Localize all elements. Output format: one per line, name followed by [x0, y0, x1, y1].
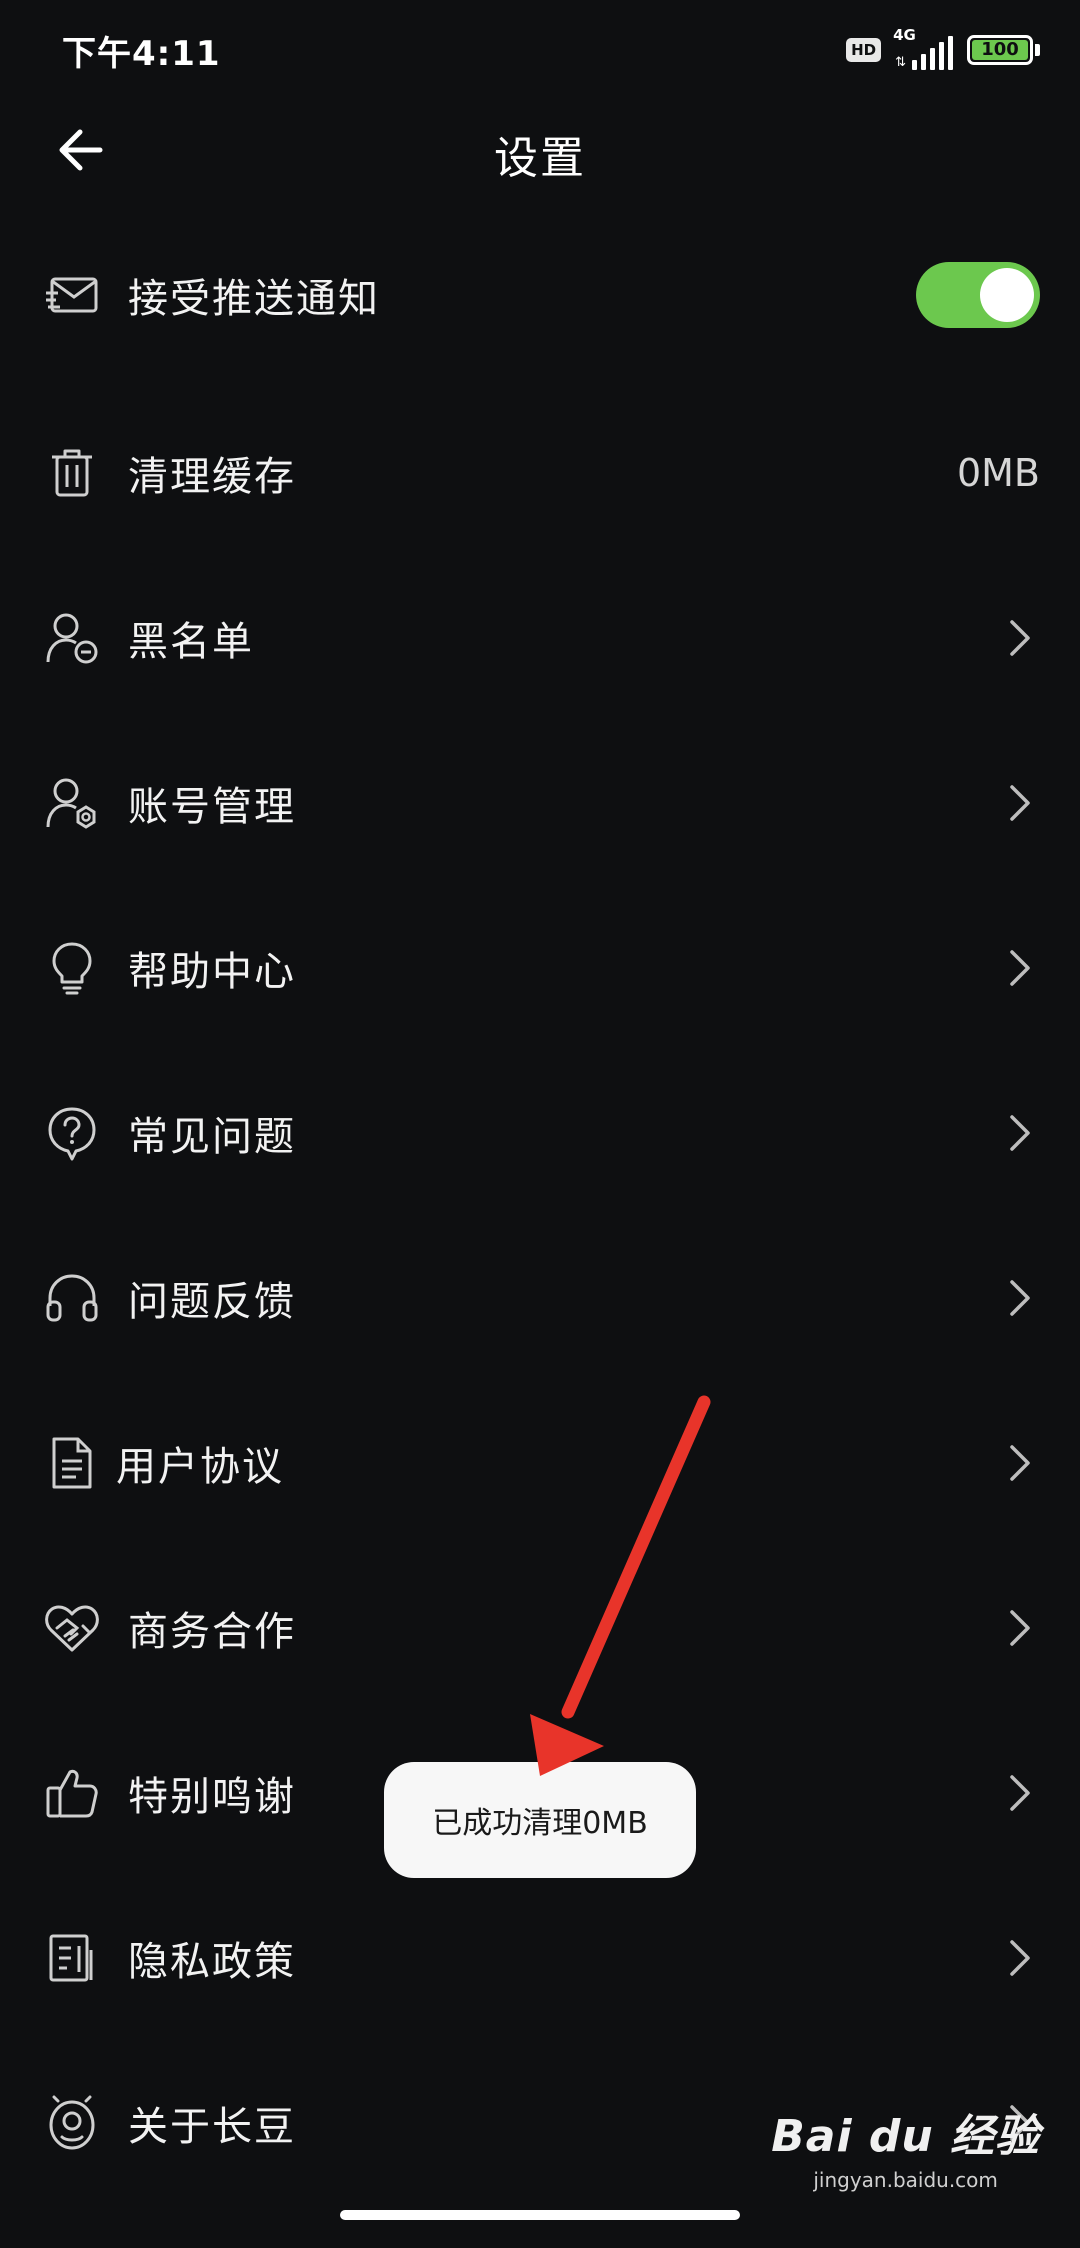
push-notification-label: 接受推送通知: [128, 276, 380, 322]
battery-level: 100: [972, 40, 1028, 60]
watermark-site: jingyan.baidu.com: [813, 2168, 998, 2192]
about-label: 关于长豆: [128, 2103, 296, 2150]
status-icons: HD 4G ⇅ 100: [846, 26, 1040, 70]
chevron-right-icon: [1000, 1933, 1040, 1983]
help-center-label: 帮助中心: [128, 948, 296, 995]
account-management-label: 账号管理: [128, 783, 296, 830]
signal-icon: 4G ⇅: [893, 26, 953, 70]
chevron-right-icon: [1000, 1108, 1040, 1158]
handshake-heart-icon: [42, 1598, 102, 1658]
faq-label: 常见问题: [128, 1113, 296, 1160]
business-cooperation-row[interactable]: 商务合作: [0, 1545, 1080, 1710]
toggle-knob: [980, 268, 1034, 322]
user-block-icon: [42, 608, 102, 668]
battery-icon: 100: [967, 35, 1040, 65]
chevron-right-icon: [1000, 1273, 1040, 1323]
settings-list: 接受推送通知 清理缓存 0MB 黑名单 账号管理 帮助中心 常见问题 问题反馈 …: [0, 200, 1080, 2205]
chevron-right-icon: [1000, 943, 1040, 993]
baidu-jingyan-watermark: Bai du 经验 jingyan.baidu.com: [771, 2100, 1040, 2192]
help-center-row[interactable]: 帮助中心: [0, 885, 1080, 1050]
watermark-logo: Bai du 经验: [771, 2111, 1040, 2162]
user-agreement-row[interactable]: 用户协议: [0, 1380, 1080, 1545]
status-time: 下午4:11: [62, 33, 221, 74]
message-send-icon: [42, 265, 102, 325]
privacy-policy-row[interactable]: 隐私政策: [0, 1875, 1080, 2040]
status-bar: 下午4:11 HD 4G ⇅ 100: [0, 0, 1080, 100]
toast-message: 已成功清理0MB: [384, 1762, 696, 1878]
chevron-right-icon: [1000, 1768, 1040, 1818]
faq-row[interactable]: 常见问题: [0, 1050, 1080, 1215]
special-thanks-label: 特别鸣谢: [128, 1773, 296, 1820]
home-indicator[interactable]: [340, 2210, 740, 2220]
hd-icon: HD: [846, 38, 882, 62]
clear-cache-row[interactable]: 清理缓存 0MB: [0, 390, 1080, 555]
chevron-right-icon: [1000, 778, 1040, 828]
policy-document-icon: [42, 1928, 102, 1988]
document-icon: [42, 1433, 102, 1493]
blacklist-label: 黑名单: [128, 618, 254, 665]
chevron-right-icon: [1000, 1438, 1040, 1488]
feedback-label: 问题反馈: [128, 1278, 296, 1325]
privacy-policy-label: 隐私政策: [128, 1938, 296, 1985]
page-title: 设置: [494, 133, 586, 184]
push-notification-row: 接受推送通知: [0, 200, 1080, 390]
account-management-row[interactable]: 账号管理: [0, 720, 1080, 885]
chevron-right-icon: [1000, 613, 1040, 663]
bean-mascot-icon: [42, 2093, 102, 2153]
thumbs-up-icon: [42, 1763, 102, 1823]
business-cooperation-label: 商务合作: [128, 1608, 296, 1655]
data-arrows-icon: ⇅: [895, 55, 906, 70]
feedback-row[interactable]: 问题反馈: [0, 1215, 1080, 1380]
cache-size-value: 0MB: [956, 450, 1040, 495]
chevron-right-icon: [1000, 1603, 1040, 1653]
user-agreement-label: 用户协议: [116, 1443, 284, 1490]
settings-screen: 下午4:11 HD 4G ⇅ 100 设置 接受推送通知 清理缓存 0MB 黑名…: [0, 0, 1080, 2248]
question-bubble-icon: [42, 1103, 102, 1163]
trash-icon: [42, 443, 102, 503]
blacklist-row[interactable]: 黑名单: [0, 555, 1080, 720]
network-type: 4G: [893, 26, 916, 44]
app-header: 设置: [0, 100, 1080, 200]
lightbulb-icon: [42, 938, 102, 998]
push-notification-toggle[interactable]: [916, 262, 1040, 328]
user-settings-icon: [42, 773, 102, 833]
clear-cache-label: 清理缓存: [128, 453, 296, 500]
headphones-icon: [42, 1268, 102, 1328]
